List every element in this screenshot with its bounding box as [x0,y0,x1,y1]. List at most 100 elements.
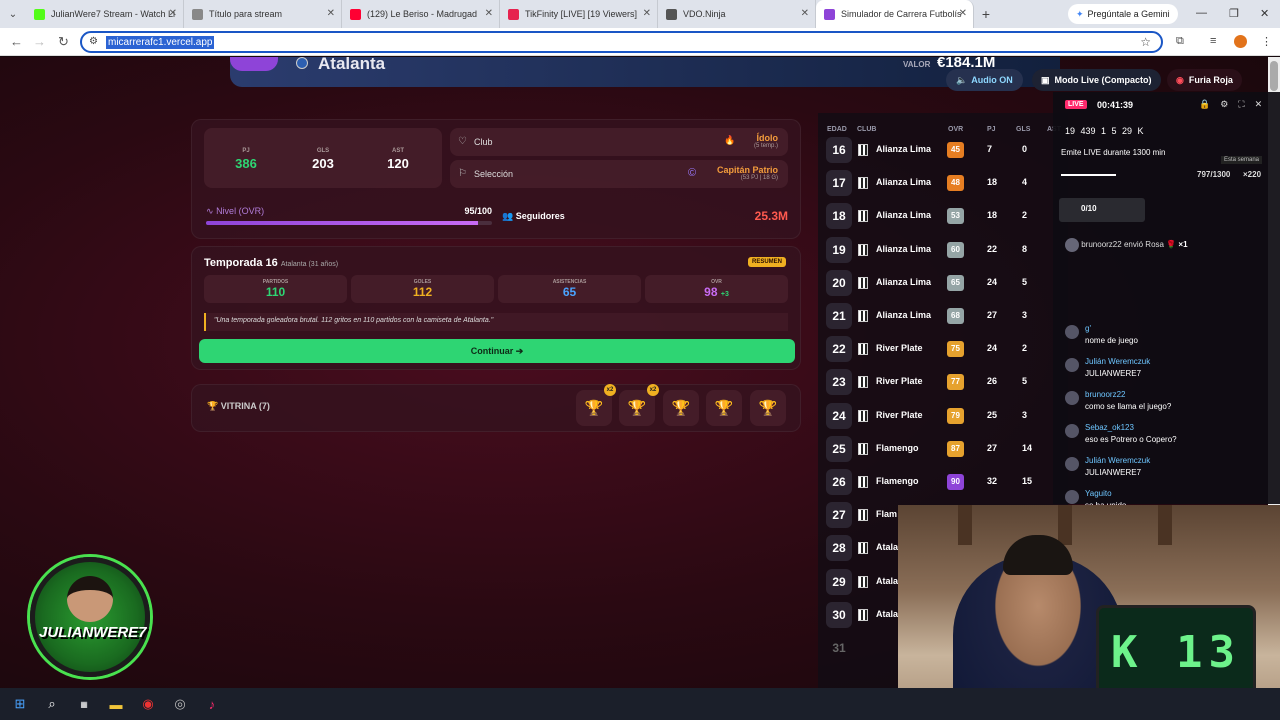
row-club: River Plate [876,343,923,354]
ninja-icon [666,8,677,20]
close-icon[interactable]: ✕ [643,8,651,19]
career-row: 19 Alianza Lima 60 22 8 [826,236,1066,265]
close-icon[interactable]: ✕ [327,8,335,19]
gemini-icon: ✦ [1076,8,1084,19]
chat-message: Julián Weremczuk JULIANWERE7 [1065,357,1273,385]
team-name: Atalanta [318,57,386,73]
minimize-icon[interactable]: — [1196,7,1207,19]
ast-value: 120 [387,156,409,171]
folder-icon[interactable]: ▬ [106,694,126,714]
row-ovr: 77 [947,374,964,391]
reading-list-icon[interactable]: ≡ [1210,35,1216,47]
close-icon[interactable]: ✕ [169,8,177,19]
followers-icon: 👥 [502,211,514,221]
career-row: 22 River Plate 75 24 2 [826,336,1066,364]
obs-icon[interactable]: ◎ [170,694,190,714]
windows-start-icon[interactable]: ⊞ [10,694,30,714]
row-club: Atala [876,542,899,553]
back-icon[interactable]: ← [10,34,23,49]
row-ovr: 65 [947,274,964,291]
nivel-ovr: ∿ Nivel (OVR) 95/100 [206,206,492,225]
row-age: 19 [826,236,852,263]
tab-search-icon[interactable]: ⌄ [0,9,26,20]
temporada-title: Temporada 16 Atalanta (31 años) [204,257,339,269]
club-crest-icon [858,243,868,256]
chat-user: Sebaz_ok123 [1085,423,1134,432]
row-ovr: 53 [947,208,964,225]
tab-titulo[interactable]: Título para stream ✕ [184,0,342,28]
row-club: Alianza Lima [876,210,932,221]
bookmark-star-icon[interactable]: ☆ [1140,35,1151,49]
valor-label: VALOR [903,60,931,69]
club-crest-icon [858,575,868,588]
row-gls: 5 [1022,376,1028,387]
row-age: 24 [826,402,852,429]
tab-youtube[interactable]: (129) Le Beriso - Madrugad ✕ [342,0,500,28]
chat-user: Julián Weremczuk [1085,456,1151,465]
channel-avatar: JULIANWERE7 [30,557,150,677]
tab-simulador[interactable]: Simulador de Carrera Futbolís ✕ [816,0,974,28]
row-ovr: 48 [947,175,964,192]
club-crest-icon [858,442,868,455]
avatar [1065,457,1079,471]
search-icon[interactable]: ⌕ [42,694,62,714]
site-info-icon[interactable]: ⚙ [89,36,98,47]
gemini-button[interactable]: ✦ Pregúntale a Gemini [1068,4,1178,24]
row-gls: 0 [1022,144,1028,154]
task-app-icon[interactable]: ▦ [74,694,94,714]
club-row: ♡ Club 🔥 Ídolo (5 temp.) [450,128,788,156]
close-window-icon[interactable]: ✕ [1260,7,1269,20]
row-ovr: 79 [947,407,964,424]
row-ovr: 45 [947,142,964,158]
career-row: 25 Flamengo 87 27 14 [826,435,1066,464]
vitrina-card[interactable]: 🏆 VITRINA (7) 🏆 x2 🏆 x2 🏆 🏆 🏆 [191,384,801,432]
goal-value: 797/1300 [1197,170,1231,179]
row-club: Alianza Lima [876,310,932,320]
trophy-item[interactable]: 🏆 [663,390,699,426]
trophy-item[interactable]: 🏆 x2 [576,384,616,426]
tab-kick[interactable]: JulianWere7 Stream - Watch Li ✕ [26,0,184,28]
kick-counter-display: K 13 [1096,605,1256,700]
row-pj: 7 [987,144,993,154]
team-crest-icon [296,57,308,69]
extensions-icon[interactable]: ⧉ [1176,35,1184,48]
row-club: Flamengo [876,442,919,453]
tab-vdoninja[interactable]: VDO.Ninja ✕ [658,0,816,28]
overlay-controls-icon[interactable]: 🔒⚙⛶✕ [1199,99,1272,110]
modo-live-button[interactable]: ▣ Modo Live (Compacto) [1032,69,1161,91]
row-age: 21 [826,303,852,329]
multiplier: ×220 [1243,170,1262,179]
row-club: Atala [876,575,899,586]
tikfinity-icon [508,8,519,20]
gift-row: brunoorz22 envió Rosa 🌹 ×1 [1065,238,1188,252]
close-icon[interactable]: ✕ [959,8,967,19]
continuar-button[interactable]: Continuar ➔ [199,339,795,363]
tab-tikfinity[interactable]: TikFinity [LIVE] [19 Viewers] ✕ [500,0,658,28]
reload-icon[interactable]: ↻ [58,34,69,50]
trophy-item[interactable]: 🏆 [706,390,742,426]
career-row: 16 Alianza Lima 45 7 0 [826,137,1066,165]
chrome-icon[interactable]: ◉ [138,694,158,714]
trophy-item[interactable]: 🏆 x2 [619,384,659,426]
row-pj: 24 [987,276,998,287]
seguidores-label: 👥 Seguidores [502,211,565,221]
row-age: 23 [826,369,852,396]
row-ovr: 68 [947,308,964,324]
furia-roja-button[interactable]: ◉ Furia Roja [1167,69,1242,91]
trophy-item[interactable]: 🏆 [750,390,786,426]
profile-avatar[interactable] [1234,35,1247,48]
maximize-icon[interactable]: ❐ [1229,7,1239,20]
row-age: 30 [826,601,852,628]
url-input[interactable]: ⚙ micarrerafc1.vercel.app ☆ [80,31,1163,53]
forward-icon[interactable]: → [33,34,46,49]
season-quote: "Una temporada goleadora brutal. 112 gri… [204,313,788,331]
scrollbar-thumb[interactable] [1270,61,1278,91]
audio-toggle-button[interactable]: 🔈 Audio ON [946,69,1023,91]
new-tab-button[interactable]: + [974,6,998,22]
row-age: 18 [826,203,852,230]
menu-icon[interactable]: ⋮ [1261,35,1272,48]
tiktok-icon[interactable]: ♪ [202,694,222,714]
close-icon[interactable]: ✕ [485,8,493,19]
chat-text: nome de juego [1085,336,1138,345]
close-icon[interactable]: ✕ [801,8,809,19]
